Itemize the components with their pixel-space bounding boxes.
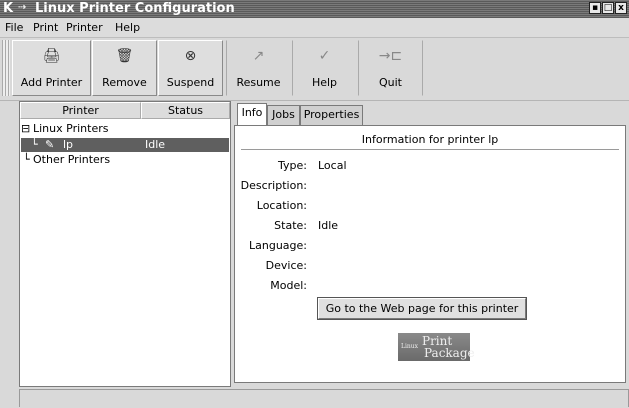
tree-item-label: Other Printers — [33, 153, 111, 166]
printer-name: lp — [63, 138, 74, 151]
web-page-button[interactable]: Go to the Web page for this printer — [317, 297, 527, 320]
quit-button[interactable]: →⊏ Quit — [358, 40, 423, 96]
state-value: Idle — [318, 219, 339, 232]
tree-branch-line: └ — [31, 138, 38, 151]
device-label: Device: — [265, 259, 307, 272]
menu-file[interactable]: File — [5, 21, 23, 34]
tree-item-other-printers[interactable]: └ Other Printers — [20, 153, 230, 167]
printer-add-icon: 🖨 — [42, 48, 61, 64]
quit-icon: →⊏ — [378, 48, 403, 64]
description-label: Description: — [240, 179, 307, 192]
tab-jobs[interactable]: Jobs — [267, 105, 300, 125]
help-icon: ✓ — [318, 48, 331, 64]
remove-label: Remove — [102, 76, 147, 89]
main-window: K ⇢ Linux Printer Configuration ▪ □ x Fi… — [0, 0, 629, 408]
tab-info[interactable]: Info — [237, 103, 267, 126]
printer-status: Idle — [145, 138, 166, 151]
type-value: Local — [318, 159, 347, 172]
maximize-button[interactable]: □ — [602, 2, 614, 14]
printer-icon: ✎ — [45, 138, 55, 151]
state-label: State: — [274, 219, 307, 232]
tab-properties[interactable]: Properties — [300, 105, 363, 125]
printer-tree[interactable]: Printer Status ⊟ Linux Printers └ ✎ lp I… — [19, 101, 231, 387]
tree-item-lp[interactable]: └ ✎ lp Idle — [21, 138, 229, 152]
resume-label: Resume — [236, 76, 281, 89]
help-button[interactable]: ✓ Help — [292, 40, 357, 96]
menu-printer[interactable]: Printer — [66, 21, 103, 34]
print-package-logo: Linux Print Package — [398, 333, 475, 361]
column-header-printer[interactable]: Printer — [20, 102, 141, 119]
type-label: Type: — [278, 159, 307, 172]
title-bar[interactable]: K ⇢ Linux Printer Configuration ▪ □ x — [0, 0, 629, 18]
tree-item-linux-printers[interactable]: ⊟ Linux Printers — [20, 122, 230, 136]
toolbar: 🖨 Add Printer 🗑 Remove ⊗ Suspend ↗ Resum… — [0, 38, 629, 101]
language-label: Language: — [249, 239, 307, 252]
tree-collapse-icon[interactable]: ⊟ — [21, 122, 30, 136]
kde-menu-icon[interactable]: K — [3, 1, 17, 16]
location-label: Location: — [256, 199, 307, 212]
quit-label: Quit — [379, 76, 402, 89]
info-header: Information for printer lp — [241, 133, 619, 150]
suspend-icon: ⊗ — [184, 48, 197, 64]
menu-bar: File Print Printer Help — [0, 18, 629, 38]
tree-branch-line: └ — [23, 153, 30, 166]
add-printer-label: Add Printer — [20, 76, 83, 89]
toolbar-handle[interactable] — [2, 40, 10, 96]
resume-button[interactable]: ↗ Resume — [226, 40, 291, 96]
help-label: Help — [311, 76, 338, 89]
minimize-button[interactable]: ▪ — [589, 2, 601, 14]
column-header-status[interactable]: Status — [141, 102, 230, 119]
menu-help[interactable]: Help — [115, 21, 140, 34]
resume-icon: ↗ — [252, 48, 265, 64]
suspend-button[interactable]: ⊗ Suspend — [158, 40, 223, 96]
tree-item-label: Linux Printers — [33, 122, 109, 135]
model-label: Model: — [270, 279, 307, 292]
status-bar — [19, 389, 629, 407]
window-title: Linux Printer Configuration — [35, 1, 235, 16]
add-printer-button[interactable]: 🖨 Add Printer — [12, 40, 91, 96]
printer-details-panel: Info Jobs Properties Information for pri… — [234, 101, 629, 387]
trash-icon: 🗑 — [115, 48, 134, 64]
info-tab-content: Information for printer lp Type: Local D… — [234, 125, 626, 383]
window-menu-arrow-icon[interactable]: ⇢ — [18, 2, 26, 13]
close-button[interactable]: x — [615, 2, 627, 14]
menu-print[interactable]: Print — [33, 21, 58, 34]
remove-button[interactable]: 🗑 Remove — [92, 40, 157, 96]
suspend-label: Suspend — [166, 76, 215, 89]
